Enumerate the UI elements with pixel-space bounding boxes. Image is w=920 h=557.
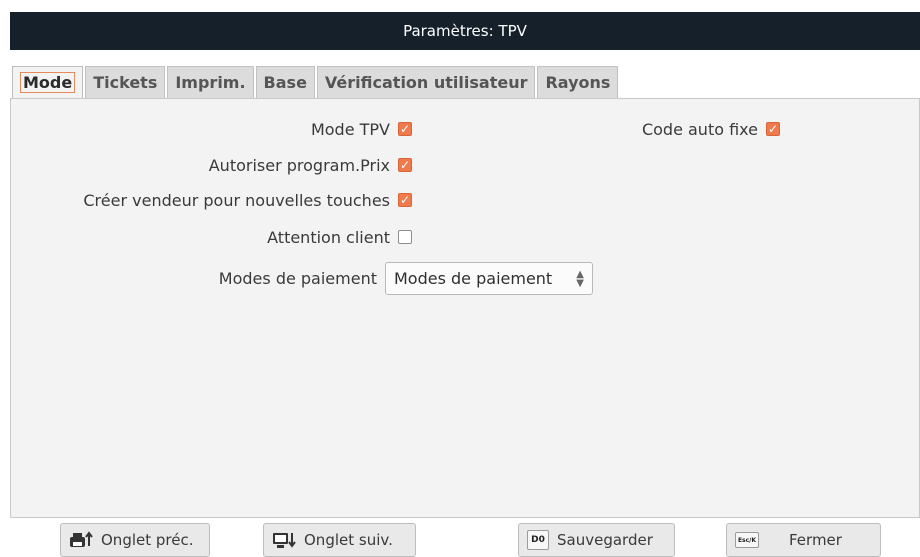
- printer-up-icon: [69, 531, 93, 549]
- esc-key-icon: Esc/K: [735, 532, 759, 548]
- prev-tab-button[interactable]: Onglet préc.: [60, 523, 210, 557]
- mode-tpv-label: Mode TPV: [310, 119, 390, 139]
- tab-base[interactable]: Base: [255, 66, 315, 98]
- next-tab-label: Onglet suiv.: [304, 531, 393, 549]
- attention-client-label: Attention client: [267, 227, 390, 247]
- tab-verification-utilisateur[interactable]: Vérification utilisateur: [316, 66, 536, 98]
- payment-label: Modes de paiement: [218, 268, 377, 288]
- mode-tpv-checkbox[interactable]: ✓: [398, 122, 412, 136]
- next-tab-button[interactable]: Onglet suiv.: [263, 523, 416, 557]
- autoriser-prix-checkbox[interactable]: ✓: [398, 158, 412, 172]
- option-autoriser-prix: Autoriser program.Prix ✓: [209, 154, 412, 176]
- save-label: Sauvegarder: [557, 531, 653, 549]
- save-key-icon: D0: [527, 530, 549, 550]
- monitor-down-icon: [272, 531, 296, 549]
- tab-imprim[interactable]: Imprim.: [167, 66, 254, 98]
- window-titlebar: Paramètres: TPV: [10, 12, 920, 50]
- window-title: Paramètres: TPV: [403, 22, 527, 40]
- option-attention-client: Attention client: [267, 226, 412, 248]
- option-mode-tpv: Mode TPV ✓: [311, 118, 412, 140]
- tab-tickets[interactable]: Tickets: [85, 66, 166, 98]
- close-button[interactable]: Esc/K Fermer: [726, 523, 881, 557]
- tab-rayons[interactable]: Rayons: [537, 66, 619, 98]
- close-label: Fermer: [789, 531, 842, 549]
- payment-select-value: Modes de paiement: [394, 269, 553, 288]
- payment-row: Modes de paiement: [219, 267, 377, 289]
- prev-tab-label: Onglet préc.: [101, 531, 194, 549]
- creer-vendeur-checkbox[interactable]: ✓: [398, 193, 412, 207]
- code-auto-fixe-checkbox[interactable]: ✓: [766, 122, 780, 136]
- attention-client-checkbox[interactable]: [398, 230, 412, 244]
- tab-mode[interactable]: Mode: [12, 66, 84, 98]
- autoriser-prix-label: Autoriser program.Prix: [208, 155, 390, 175]
- save-button[interactable]: D0 Sauvegarder: [518, 523, 675, 557]
- settings-panel: [10, 98, 920, 518]
- code-auto-fixe-label: Code auto fixe: [641, 119, 758, 139]
- creer-vendeur-label: Créer vendeur pour nouvelles touches: [83, 190, 390, 210]
- option-code-auto-fixe: Code auto fixe ✓: [642, 118, 780, 140]
- spin-arrows-icon: ▲ ▼: [576, 269, 584, 289]
- option-creer-vendeur: Créer vendeur pour nouvelles touches ✓: [83, 189, 412, 211]
- payment-modes-select[interactable]: Modes de paiement ▲ ▼: [385, 262, 593, 295]
- tab-bar: Mode Tickets Imprim. Base Vérification u…: [12, 66, 620, 98]
